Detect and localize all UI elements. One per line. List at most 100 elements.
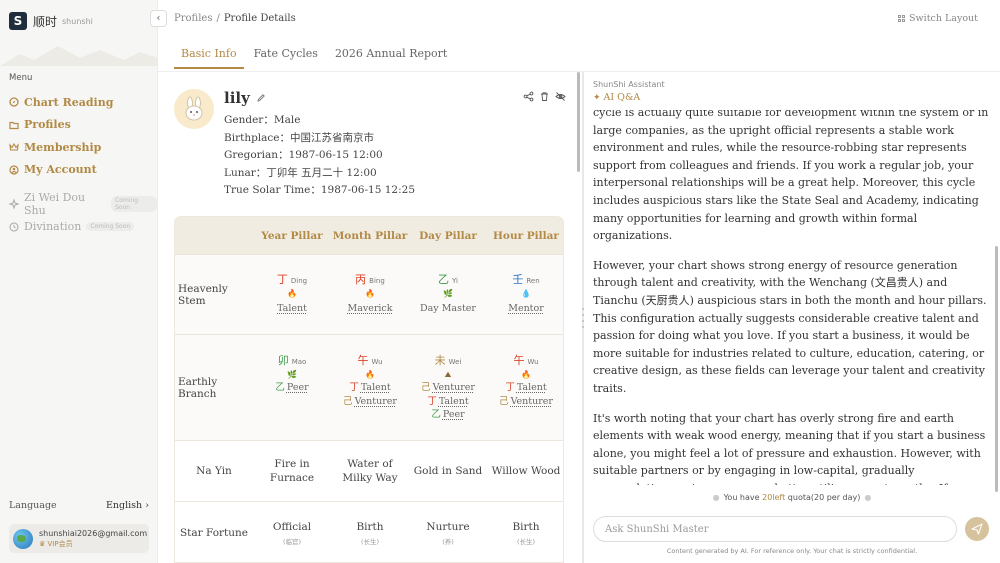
chevron-left-icon: ‹ [156, 13, 161, 24]
stem-char: 丙 [355, 273, 367, 286]
quota-number: 20left [762, 493, 786, 502]
nav-item-chart-reading[interactable]: Chart Reading [9, 91, 113, 114]
language-selector[interactable]: Language English › [9, 500, 149, 511]
assistant-scrollbar[interactable] [995, 246, 998, 492]
profile-gregorian: Gregorian：1987-06-15 12:00 [224, 149, 383, 162]
star-fortune-row: Star Fortune Official (临官) Birth (长生) Nurt… [175, 502, 563, 562]
star-value: Official [272, 520, 312, 533]
hidden-stem-char: 己 [343, 395, 353, 407]
star-cell: Birth (长生) [331, 502, 409, 562]
branch-char: 未 [434, 354, 446, 367]
mountain-decoration-icon [0, 46, 158, 66]
hidden-stem[interactable]: 己 Venturer [343, 395, 397, 409]
nayin-cell: Willow Wood [487, 441, 563, 501]
tab-annual-report[interactable]: 2026 Annual Report [328, 42, 454, 69]
branch-glyph: 未 Wei [435, 354, 462, 369]
hide-icon[interactable] [555, 91, 566, 102]
hidden-stem[interactable]: 己 Venturer [499, 395, 553, 409]
stem-pinyin: Yi [452, 277, 458, 285]
crown-icon [9, 142, 19, 152]
hidden-stem[interactable]: 丁 Talent [349, 381, 390, 395]
wood-element-icon: 🌿 [287, 370, 297, 379]
branch-cell: 卯 Mao 🌿 乙 Peer [253, 335, 331, 440]
nayin-cell: Gold in Sand [409, 441, 487, 501]
coming-soon-badge: Coming Soon [86, 222, 135, 231]
left-panel-scrollbar[interactable] [577, 72, 580, 172]
nav-item-label: Divination [24, 220, 82, 233]
earthly-branch-row: Earthly Branch 卯 Mao 🌿 乙 Peer 午 Wu 🔥 丁 Talen… [175, 335, 563, 441]
switch-layout-button[interactable]: Switch Layout [898, 13, 978, 24]
stem-glyph: 壬 Ren [512, 273, 539, 288]
hidden-stem[interactable]: 丁 Talent [427, 395, 468, 409]
collapse-sidebar-button[interactable]: ‹ [150, 10, 167, 27]
branch-char: 午 [513, 354, 525, 367]
nayin-value: Fire in Furnace [269, 458, 315, 484]
star-icon [9, 198, 19, 209]
ten-god-label[interactable]: Maverick [347, 302, 392, 316]
edit-icon[interactable] [256, 93, 266, 103]
stem-glyph: 乙 Yi [438, 273, 458, 288]
star-cell: Nurture (养) [409, 502, 487, 562]
hidden-stem[interactable]: 乙 Peer [431, 408, 464, 422]
hidden-stem-char: 己 [499, 395, 509, 407]
ten-god-label[interactable]: Mentor [508, 302, 544, 316]
star-cell: Official (临官) [253, 502, 331, 562]
delete-icon[interactable] [539, 91, 550, 102]
language-value: English [105, 500, 143, 511]
star-value: Nurture [426, 520, 470, 533]
heavenly-stem-row: Heavenly Stem 丁 Ding 🔥 Talent 丙 Bing 🔥 Mav… [175, 255, 563, 335]
stem-cell: 乙 Yi 🌿 Day Master [409, 255, 487, 334]
assistant-panel: ShunShi Assistant ✦ AI Q&A cycle is actua… [584, 72, 1000, 563]
brand-logo[interactable]: S 顺时 shunshi [9, 12, 93, 30]
ten-god-label[interactable]: Talent [277, 302, 307, 316]
folder-icon [9, 120, 19, 130]
message-paragraph: It's worth noting that your chart has ov… [593, 411, 986, 486]
nayin-value: Gold in Sand [413, 465, 483, 477]
brand-name-cn: 顺时 [33, 14, 58, 29]
branch-pinyin: Wu [527, 358, 539, 366]
user-email: shunshiai2026@gmail.com [39, 528, 148, 538]
branch-pinyin: Wei [448, 358, 462, 366]
row-label: Star Fortune [179, 527, 249, 539]
nav-item-membership[interactable]: Membership [9, 136, 113, 159]
message-paragraph: cycle is actually quite suitable for dev… [593, 110, 989, 243]
nav-item-zi-wei-dou-shu[interactable]: Zi Wei Dou Shu Coming Soon [9, 191, 157, 217]
branch-cell: 午 Wu 🔥 丁 Talent 己 Venturer [487, 335, 563, 440]
nav-item-label: Profiles [24, 118, 71, 132]
user-card[interactable]: shunshiai2026@gmail.com ♛ VIP会员 [9, 524, 149, 553]
breadcrumb-profiles[interactable]: Profiles [174, 13, 212, 24]
tab-fate-cycles[interactable]: Fate Cycles [247, 42, 325, 69]
hidden-stem[interactable]: 乙 Peer [275, 381, 308, 395]
four-pillars-table: Year Pillar Month Pillar Day Pillar Hour… [174, 216, 564, 563]
hidden-stem-god: Talent [360, 382, 391, 393]
nav-item-label: Membership [24, 140, 102, 154]
nav-item-label: Chart Reading [24, 95, 114, 109]
rabbit-avatar-icon [174, 89, 214, 129]
hidden-stem[interactable]: 己 Venturer [421, 381, 475, 395]
secondary-nav: Zi Wei Dou Shu Coming Soon Divination Co… [9, 191, 157, 238]
table-header-row: Year Pillar Month Pillar Day Pillar Hour… [175, 217, 563, 255]
stem-pinyin: Bing [369, 277, 385, 285]
star-sub: (养) [442, 537, 454, 546]
nav-item-my-account[interactable]: My Account [9, 159, 113, 182]
breadcrumb-separator: / [216, 13, 220, 24]
send-button[interactable] [965, 517, 989, 541]
hidden-stem[interactable]: 丁 Talent [505, 381, 546, 395]
user-icon [9, 165, 19, 175]
vip-label: VIP会员 [47, 539, 73, 548]
stem-pinyin: Ren [526, 277, 540, 285]
nav-item-profiles[interactable]: Profiles [9, 114, 113, 137]
fire-element-icon: 🔥 [365, 370, 375, 379]
ask-input[interactable] [593, 516, 957, 542]
profile-name-text: lily [224, 89, 250, 107]
share-icon[interactable] [523, 91, 534, 102]
star-sub: (长生) [516, 537, 536, 546]
hidden-stem-god: Venturer [432, 382, 475, 393]
nav-item-divination[interactable]: Divination Coming Soon [9, 215, 157, 238]
earth-element-icon: ⛰ [444, 370, 452, 379]
profile-name: lily [224, 89, 266, 107]
water-element-icon: 💧 [521, 289, 531, 298]
tab-basic-info[interactable]: Basic Info [174, 42, 244, 69]
stem-char: 壬 [512, 273, 524, 286]
profile-gender: Gender：Male [224, 114, 301, 126]
